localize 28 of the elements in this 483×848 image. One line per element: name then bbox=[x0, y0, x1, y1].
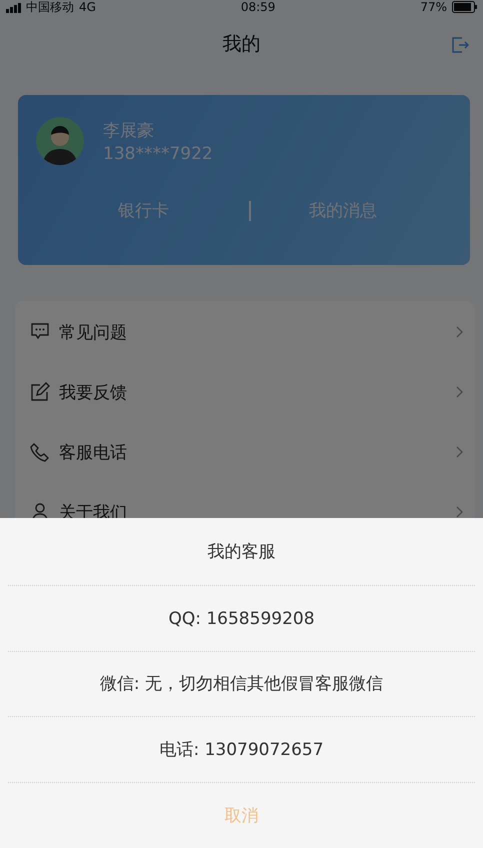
sheet-title: 我的客服 bbox=[8, 518, 475, 586]
carrier-name: 中国移动 bbox=[26, 0, 74, 14]
chevron-icon bbox=[456, 506, 463, 518]
signal-icon bbox=[6, 2, 21, 12]
chevron-icon bbox=[456, 326, 463, 338]
sheet-option[interactable]: 微信: 无，切勿相信其他假冒客服微信 bbox=[8, 652, 475, 718]
page-title: 我的 bbox=[222, 32, 260, 56]
network-type: 4G bbox=[79, 0, 96, 14]
menu-item[interactable]: 我要反馈 bbox=[15, 362, 475, 422]
phone-number: 138****7922 bbox=[103, 144, 213, 164]
battery-percent: 77% bbox=[420, 0, 447, 14]
menu-item[interactable]: 常见问题 bbox=[15, 302, 475, 362]
chat-bubble-icon bbox=[30, 322, 50, 342]
menu-label: 客服电话 bbox=[59, 442, 128, 464]
phone-icon bbox=[30, 442, 50, 462]
chevron-icon bbox=[456, 446, 463, 458]
menu-label: 我要反馈 bbox=[59, 382, 128, 404]
menu-item[interactable]: 客服电话 bbox=[15, 422, 475, 482]
battery-icon bbox=[452, 1, 477, 13]
logout-icon bbox=[451, 36, 469, 54]
status-time: 08:59 bbox=[240, 0, 276, 14]
menu-label: 常见问题 bbox=[59, 322, 128, 344]
sheet-option[interactable]: QQ: 1658599208 bbox=[8, 586, 475, 652]
chevron-icon bbox=[456, 386, 463, 398]
avatar bbox=[36, 117, 84, 165]
user-name: 李展豪 bbox=[103, 120, 155, 142]
edit-icon bbox=[30, 382, 50, 402]
sheet-option[interactable]: 电话: 13079072657 bbox=[8, 717, 475, 783]
